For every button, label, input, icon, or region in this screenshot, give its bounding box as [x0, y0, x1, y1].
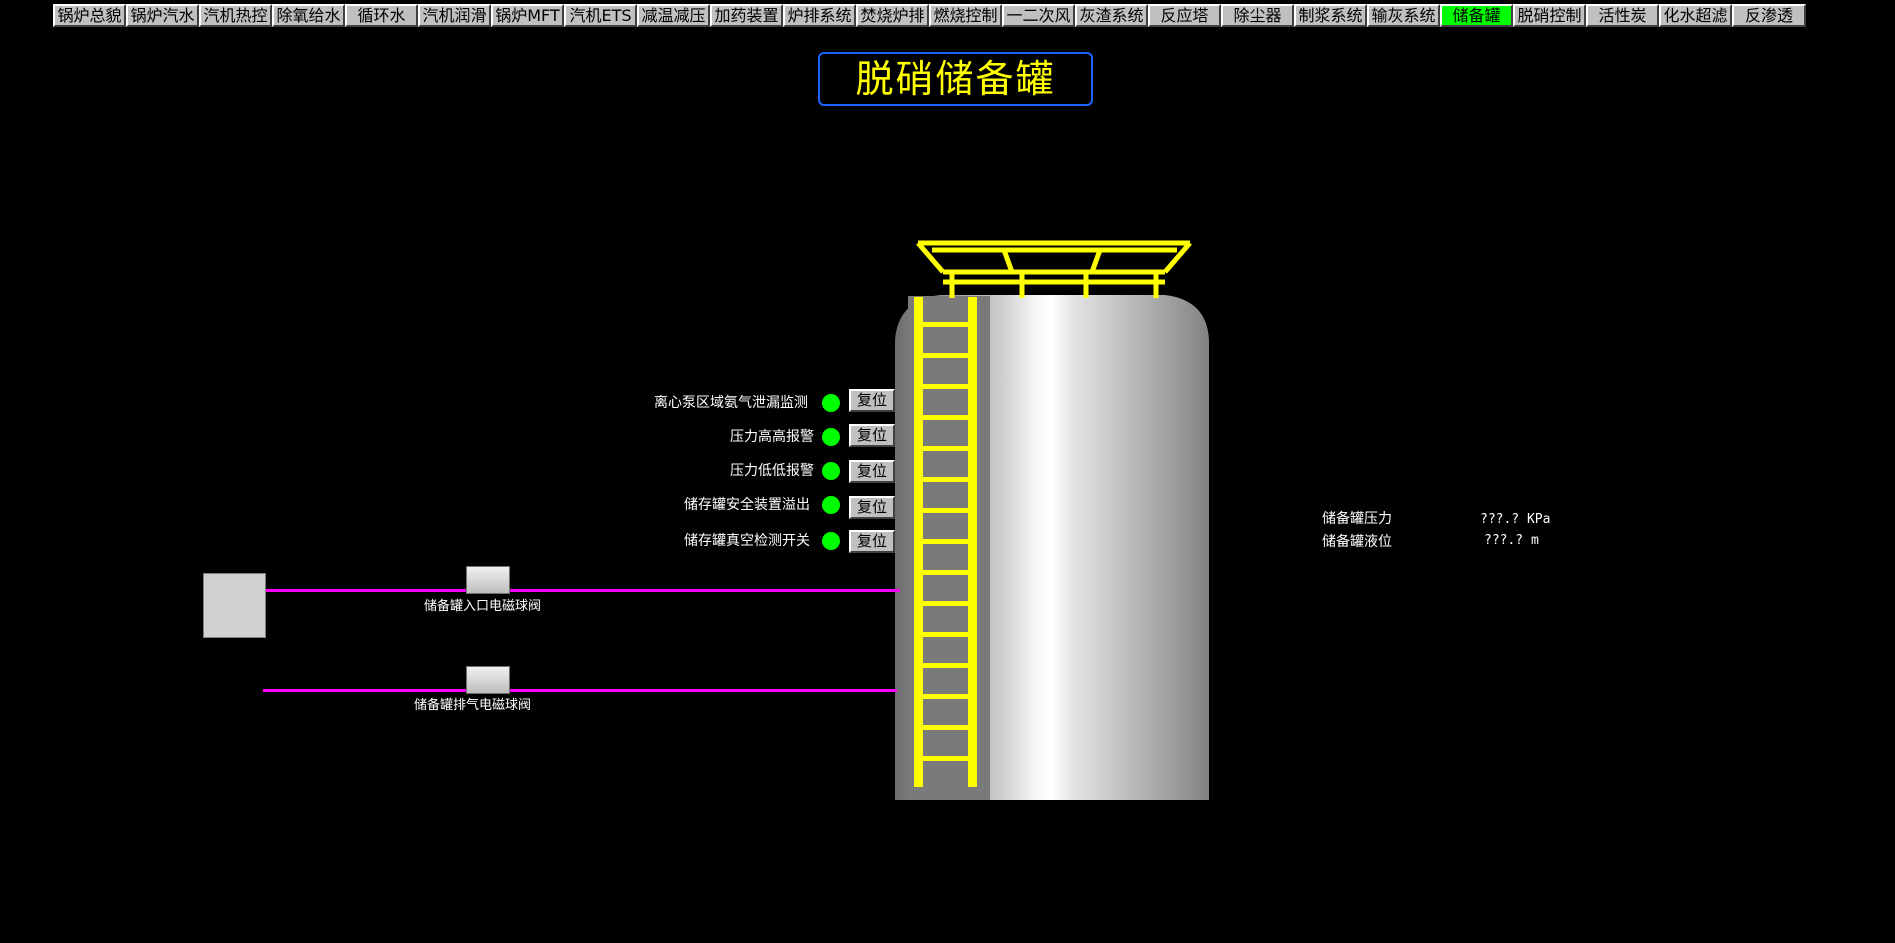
status-led-icon: [822, 462, 840, 480]
vent-valve-label: 储备罐排气电磁球阀: [414, 698, 532, 713]
reset-button-vacuum-switch[interactable]: 复位: [849, 530, 895, 553]
inlet-solenoid-valve[interactable]: [466, 566, 510, 594]
alarm-label-safety-overflow: 储存罐安全装置溢出: [684, 497, 810, 513]
railing-icon: [916, 240, 1192, 298]
tank-pressure-value: ???.? KPa: [1480, 512, 1551, 527]
tank-pressure-label: 储备罐压力: [1322, 511, 1392, 527]
status-led-icon: [822, 394, 840, 412]
alarm-label-vacuum-switch: 储存罐真空检测开关: [684, 533, 810, 549]
alarm-label-pressure-high-high: 压力高高报警: [730, 429, 814, 445]
vent-pipe: [263, 689, 897, 692]
inlet-pipe: [266, 589, 900, 592]
alarm-label-pressure-low-low: 压力低低报警: [730, 463, 814, 479]
storage-tank-icon: [895, 240, 1209, 800]
reset-button-safety-overflow[interactable]: 复位: [849, 496, 895, 519]
vent-solenoid-valve[interactable]: [466, 666, 510, 694]
reset-button-pressure-low-low[interactable]: 复位: [849, 460, 895, 483]
source-equipment-box: [203, 573, 266, 638]
status-led-icon: [822, 532, 840, 550]
status-led-icon: [822, 496, 840, 514]
reset-button-ammonia-leak[interactable]: 复位: [849, 389, 895, 412]
tank-level-value: ???.? m: [1484, 533, 1539, 548]
reset-button-pressure-high-high[interactable]: 复位: [849, 424, 895, 447]
tank-level-label: 储备罐液位: [1322, 534, 1392, 550]
scada-screen: 锅炉总貌 锅炉汽水 汽机热控 除氧给水 循环水 汽机润滑 锅炉MFT 汽机ETS…: [0, 0, 1895, 943]
inlet-valve-label: 储备罐入口电磁球阀: [424, 599, 542, 614]
status-led-icon: [822, 428, 840, 446]
alarm-label-ammonia-leak: 离心泵区域氨气泄漏监测: [654, 395, 808, 411]
